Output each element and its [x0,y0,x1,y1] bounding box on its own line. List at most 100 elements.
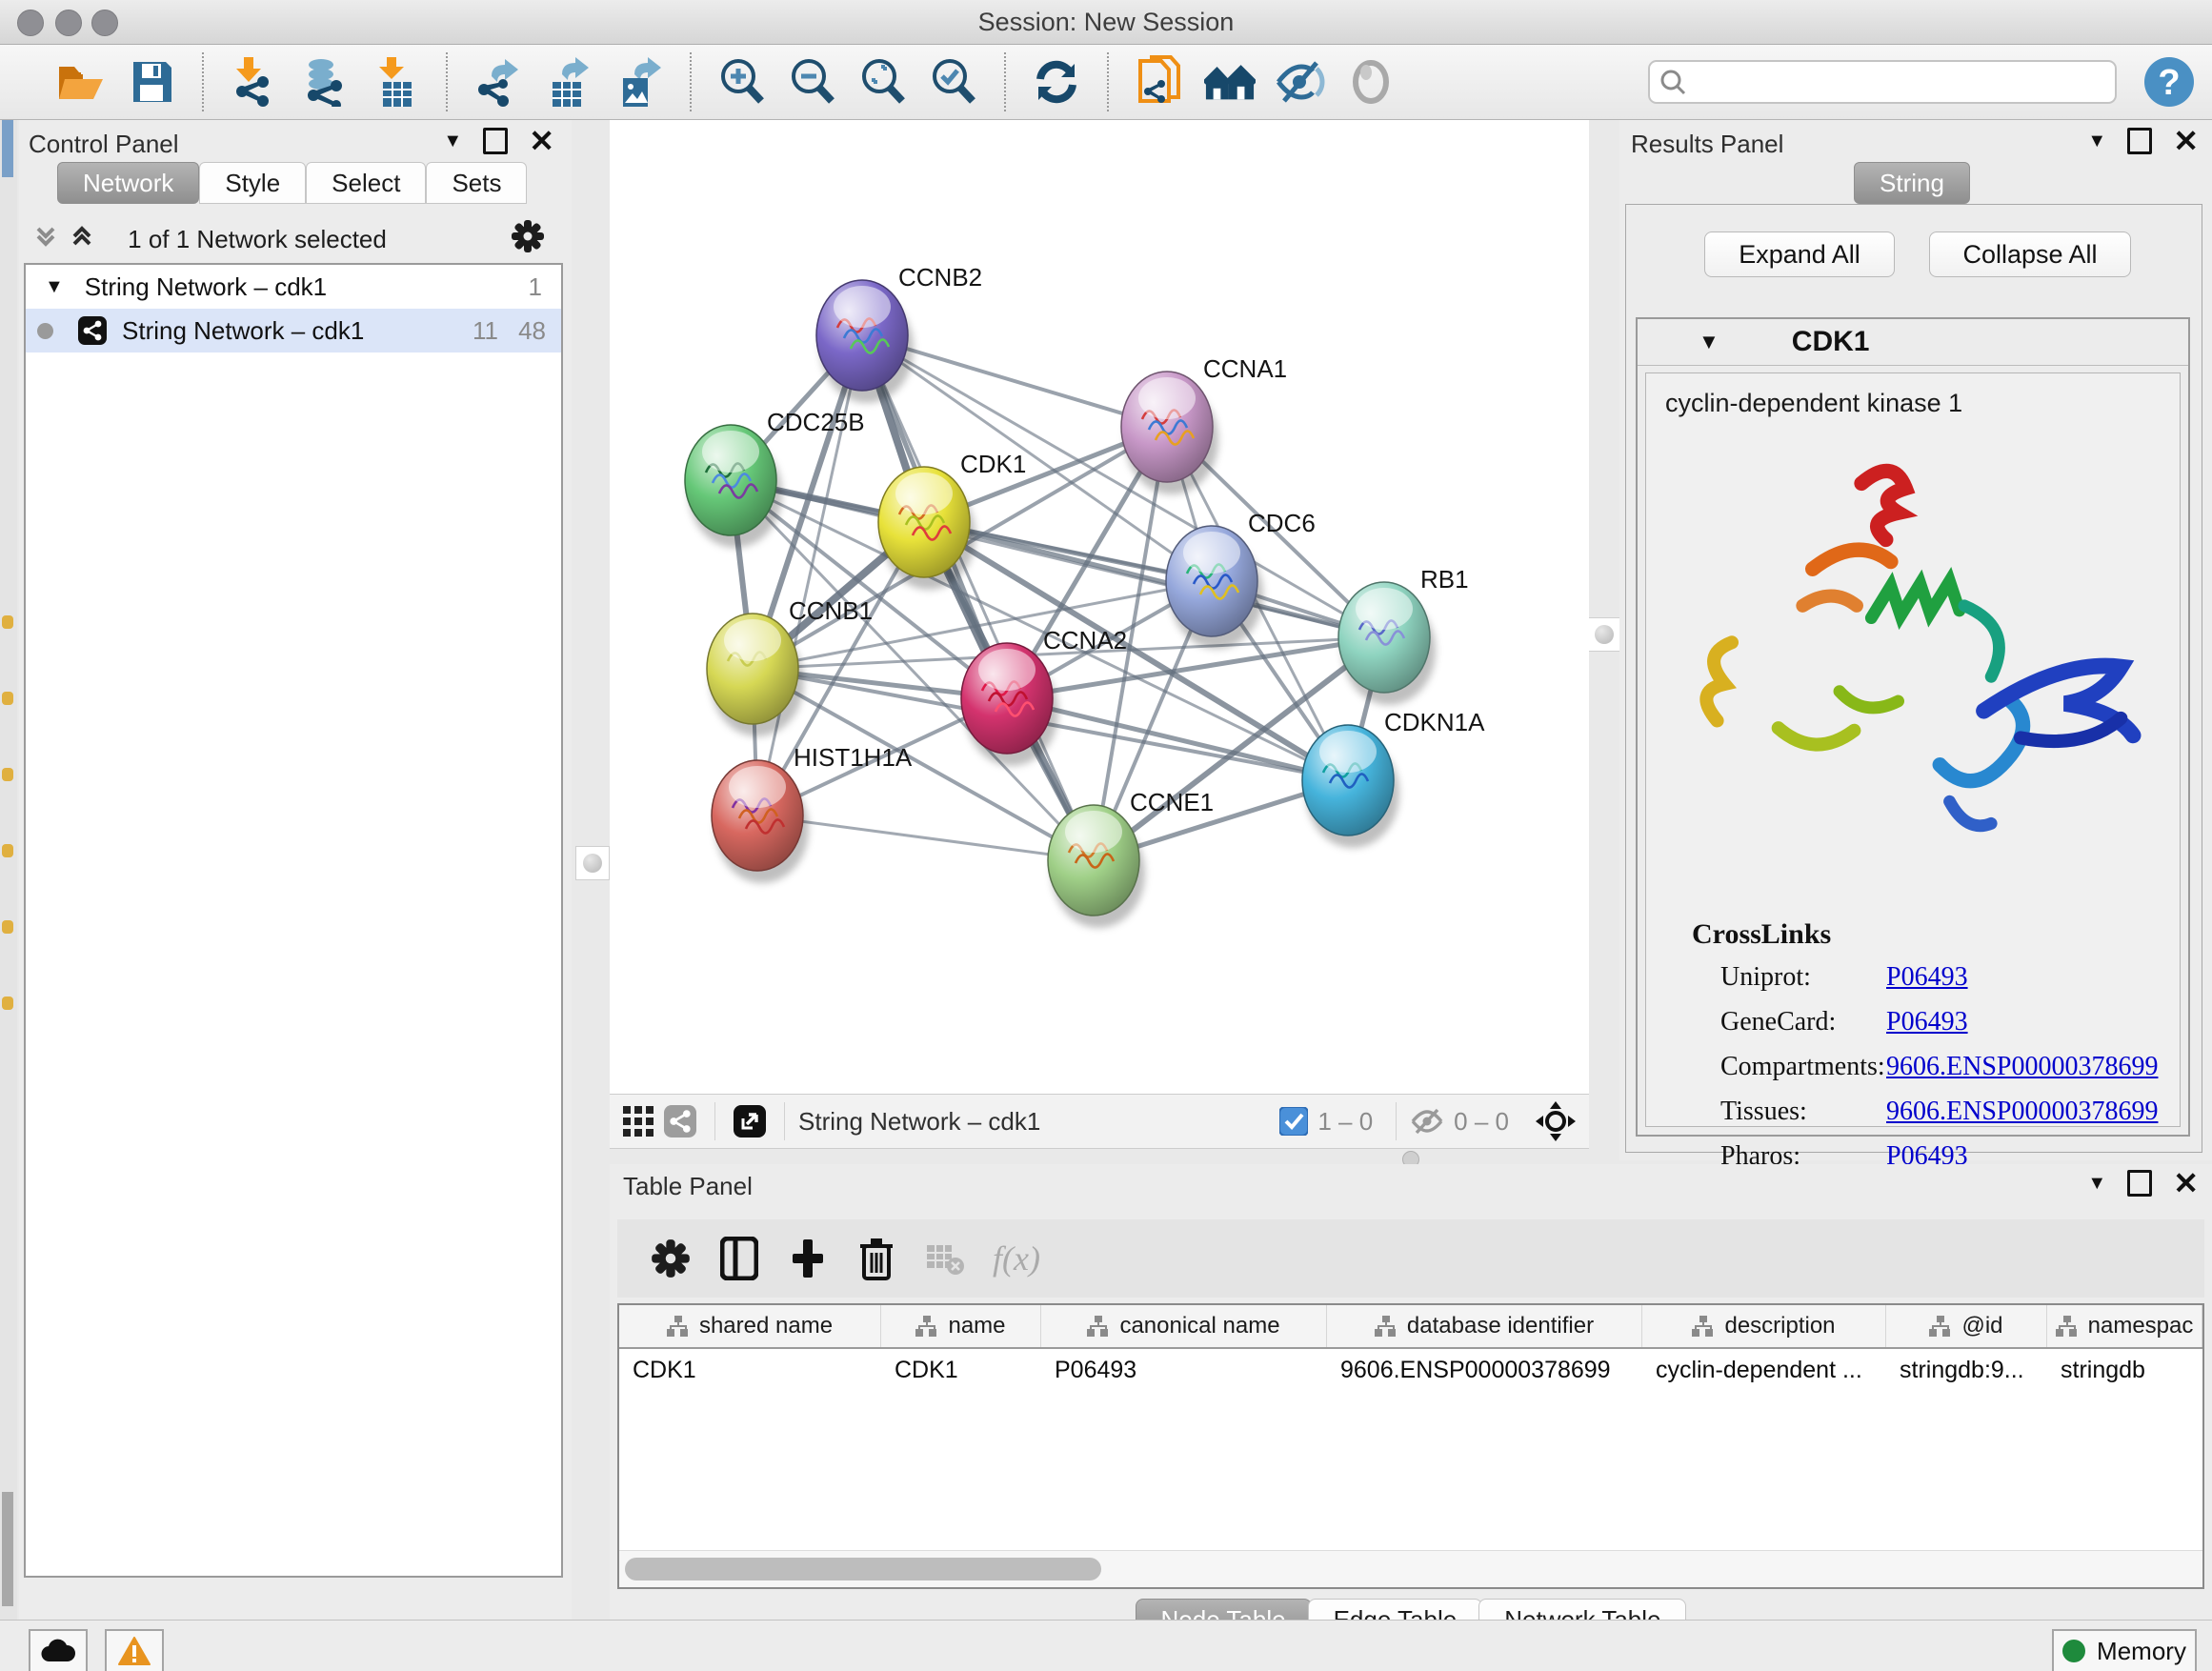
cell[interactable]: 9606.ENSP00000378699 [1327,1349,1642,1391]
tab-style[interactable]: Style [199,162,306,204]
results-panel-float-icon[interactable] [2127,128,2152,154]
node-result-header[interactable]: ▼ CDK1 [1638,319,2188,366]
column-header-shared-name[interactable]: shared name [619,1305,881,1347]
collapse-all-button[interactable]: Collapse All [1929,232,2131,277]
column-header-description[interactable]: description [1642,1305,1886,1347]
table-settings-gear-icon[interactable] [645,1233,696,1284]
node-CCNA1[interactable]: CCNA1 [1121,354,1287,494]
table-panel-float-icon[interactable] [2127,1170,2152,1197]
entry-collapse-icon[interactable]: ▼ [1699,330,1719,354]
svg-text:?: ? [2158,63,2180,103]
open-session-icon[interactable] [55,56,107,108]
scrollbar-thumb[interactable] [625,1558,1101,1580]
birds-eye-grid-icon[interactable] [619,1096,657,1147]
control-panel-float-icon[interactable] [483,128,508,154]
hierarchy-icon [667,1316,690,1337]
node-label-CDC6: CDC6 [1248,509,1316,537]
cell[interactable]: CDK1 [619,1349,881,1391]
node-CDKN1A[interactable]: CDKN1A [1302,708,1485,848]
table-panel-close-icon[interactable]: ✕ [2173,1173,2199,1194]
cloud-icon [40,1639,76,1663]
selected-checkbox-icon[interactable] [1279,1107,1308,1136]
crosslink-link[interactable]: P06493 [1886,1007,1968,1037]
node-CCNB1[interactable]: CCNB1 [707,596,873,736]
table-panel-menu-icon[interactable]: ▼ [2087,1173,2106,1195]
help-icon[interactable]: ? [2143,56,2195,108]
node-RB1[interactable]: RB1 [1338,565,1469,705]
string-home-icon[interactable] [1204,56,1256,108]
export-table-icon[interactable] [543,56,594,108]
network-row[interactable]: String Network – cdk1 11 48 [26,309,561,352]
table-panel: Table Panel ▼ ✕ f(x) shared n [610,1164,2212,1620]
cell[interactable]: P06493 [1041,1349,1327,1391]
cloud-status-button[interactable] [29,1629,88,1671]
expand-all-button[interactable]: Expand All [1704,232,1895,277]
zoom-selected-icon[interactable] [928,56,979,108]
crosslink-link[interactable]: P06493 [1886,962,1968,993]
cell[interactable]: stringdb:9... [1886,1349,2047,1391]
import-table-icon[interactable] [370,56,421,108]
crosslink-link[interactable]: 9606.ENSP00000378699 [1886,1097,2158,1127]
collection-expand-icon[interactable]: ▼ [45,276,64,298]
node-HIST1H1A[interactable]: HIST1H1A [712,743,913,883]
control-panel-close-icon[interactable]: ✕ [529,131,554,151]
node-CCNB2[interactable]: CCNB2 [816,263,982,403]
zoom-fit-icon[interactable] [857,56,909,108]
show-columns-icon[interactable] [714,1233,765,1284]
memory-button[interactable]: Memory [2052,1629,2197,1671]
control-panel-title: Control Panel [29,130,179,159]
import-network-from-database-icon[interactable] [299,56,351,108]
column-header-name[interactable]: name [881,1305,1041,1347]
network-canvas[interactable]: CCNB2CCNA1CDC25BCDK1CDC6RB1CCNB1CCNA2CDK… [610,120,1589,1094]
string-import-icon[interactable] [1134,56,1185,108]
column-header-canonical-name[interactable]: canonical name [1041,1305,1327,1347]
control-panel-menu-icon[interactable]: ▼ [443,131,462,152]
entry-description: cyclin-dependent kinase 1 [1665,389,2180,418]
window-title: Session: New Session [0,8,2212,37]
tab-select[interactable]: Select [306,162,426,204]
export-image-icon[interactable] [613,56,665,108]
crosslink-link[interactable]: 9606.ENSP00000378699 [1886,1052,2158,1082]
refresh-icon[interactable] [1031,56,1082,108]
tab-sets[interactable]: Sets [426,162,527,204]
fit-content-crosshair-icon[interactable] [1536,1101,1576,1141]
export-network-icon[interactable] [473,56,524,108]
edge-CCNB2-CCNE1[interactable] [862,335,1094,860]
hidden-eye-icon[interactable] [1410,1107,1444,1136]
cell[interactable]: CDK1 [881,1349,1041,1391]
import-network-icon[interactable] [229,56,280,108]
results-panel-menu-icon[interactable]: ▼ [2087,131,2106,152]
left-splitter-handle[interactable] [575,846,610,880]
hide-unselected-icon[interactable] [1275,56,1326,108]
crosslink-row: Compartments:9606.ENSP00000378699 [1646,1052,2180,1096]
network-options-gear-icon[interactable] [511,219,545,253]
add-column-icon[interactable] [782,1233,834,1284]
network-node-count: 11 [473,316,498,346]
crosslink-label: Compartments: [1720,1052,1885,1082]
toolbar-separator [690,52,692,111]
column-header-namespac[interactable]: namespac [2047,1305,2202,1347]
cell[interactable]: stringdb [2047,1349,2202,1391]
tab-string[interactable]: String [1854,162,1970,204]
column-header-database-identifier[interactable]: database identifier [1327,1305,1642,1347]
table-horizontal-scrollbar[interactable] [619,1550,2202,1587]
cell[interactable]: cyclin-dependent ... [1642,1349,1886,1391]
node-CCNE1[interactable]: CCNE1 [1048,788,1214,928]
table-row[interactable]: CDK1CDK1P064939606.ENSP00000378699cyclin… [619,1349,2202,1391]
network-share-icon[interactable] [661,1096,699,1147]
open-in-new-window-icon[interactable] [731,1096,769,1147]
show-all-icon[interactable] [1345,56,1397,108]
node-CDC6[interactable]: CDC6 [1166,509,1316,649]
zoom-in-icon[interactable] [716,56,768,108]
column-header--id[interactable]: @id [1886,1305,2047,1347]
save-session-icon[interactable] [126,56,177,108]
right-splitter-handle[interactable] [1587,617,1621,652]
warnings-button[interactable] [105,1629,164,1671]
network-collection-row[interactable]: ▼ String Network – cdk1 1 [26,265,561,309]
tab-network[interactable]: Network [57,162,199,204]
search-input[interactable] [1648,60,2117,104]
zoom-out-icon[interactable] [787,56,838,108]
results-panel-close-icon[interactable]: ✕ [2173,131,2199,151]
string-results-container: Expand All Collapse All ▼ CDK1 cyclin-de… [1625,204,2202,1153]
delete-column-icon[interactable] [851,1233,902,1284]
